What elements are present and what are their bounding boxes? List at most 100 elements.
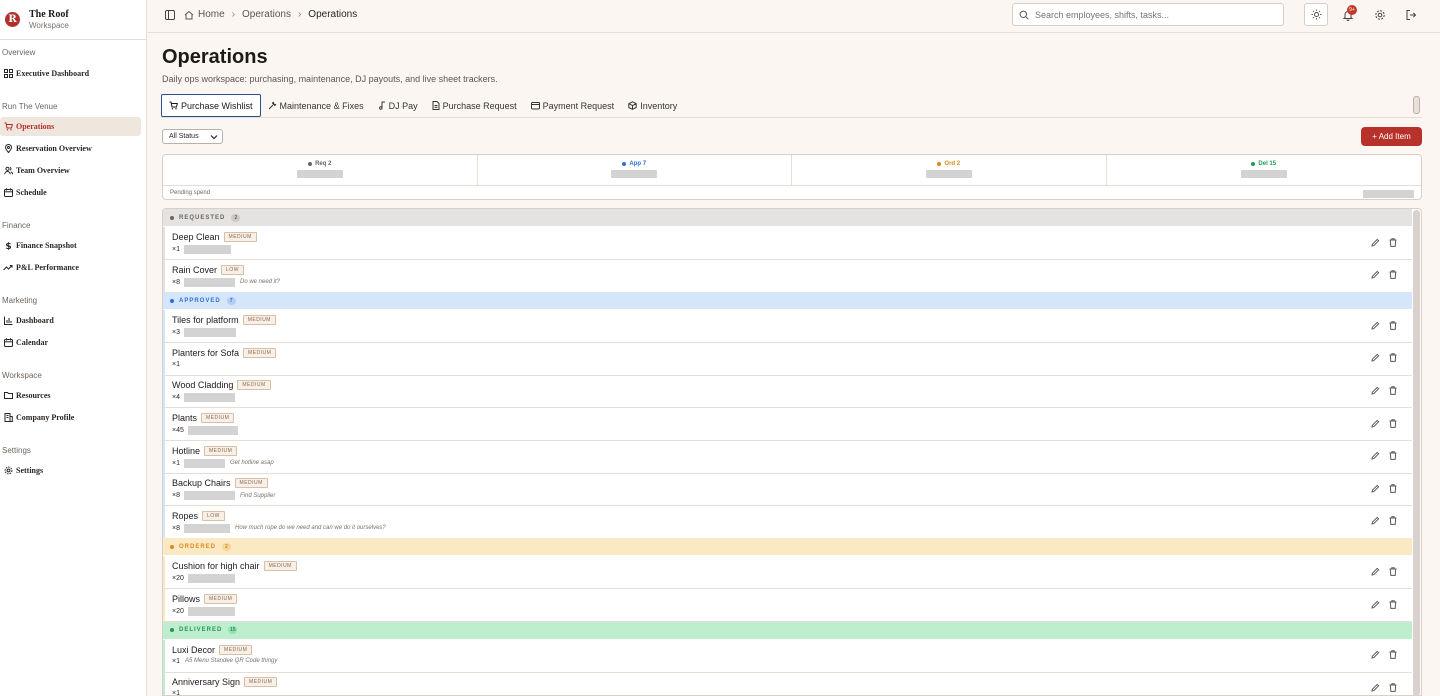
list-item[interactable]: Tiles for platform MEDIUM ×3 (163, 310, 1412, 344)
list-item[interactable]: Pillows MEDIUM ×20 (163, 589, 1412, 622)
edit-icon[interactable] (1370, 450, 1380, 462)
edit-icon[interactable] (1370, 236, 1380, 248)
sidebar-item-schedule[interactable]: Schedule (0, 183, 141, 202)
sidebar-item-reservation-overview[interactable]: Reservation Overview (0, 139, 141, 158)
item-meta: ×1 (172, 245, 231, 254)
sidebar-item-operations[interactable]: Operations (0, 117, 141, 136)
edit-icon[interactable] (1370, 482, 1380, 494)
trash-icon[interactable] (1388, 417, 1398, 429)
home-icon[interactable] (184, 10, 194, 20)
item-quantity: ×45 (172, 427, 184, 434)
sidebar-toggle-icon[interactable] (165, 9, 175, 20)
tab-maintenance-fixes[interactable]: Maintenance & Fixes (261, 94, 371, 117)
item-name: Tiles for platform (172, 315, 239, 326)
summary-stat-value (1240, 170, 1287, 178)
tab-label: Payment Request (542, 100, 615, 111)
list-item[interactable]: Ropes LOW ×8 How much rope do we need and c… (163, 505, 1412, 539)
group-header-requested[interactable]: REQUESTED 2 (163, 209, 1412, 226)
group-header-ordered[interactable]: ORDERED 2 (163, 538, 1412, 556)
edit-icon[interactable] (1370, 649, 1380, 661)
group-header-delivered[interactable]: DELIVERED 15 (163, 621, 1412, 639)
doc-icon (432, 101, 440, 110)
trash-icon[interactable] (1388, 384, 1398, 396)
users-icon (3, 166, 13, 176)
sidebar-item-p-l-performance[interactable]: P&L Performance (0, 258, 141, 277)
status-filter-select[interactable]: All Status (162, 129, 223, 144)
trash-icon[interactable] (1388, 598, 1398, 610)
chevron-right-icon: › (297, 9, 302, 20)
list-item[interactable]: Luxi Decor MEDIUM ×1 A5 Menu Standee QR Cod… (163, 639, 1412, 673)
edit-icon[interactable] (1370, 417, 1380, 429)
tab-purchase-wishlist[interactable]: Purchase Wishlist (161, 94, 261, 117)
priority-badge: MEDIUM (243, 347, 277, 358)
sidebar-item-team-overview[interactable]: Team Overview (0, 161, 141, 180)
group-header-approved[interactable]: APPROVED 7 (163, 292, 1412, 310)
logout-button[interactable] (1399, 3, 1423, 26)
breadcrumb-current: Operations (308, 9, 358, 20)
edit-icon[interactable] (1370, 384, 1380, 396)
trash-icon[interactable] (1388, 319, 1398, 331)
search-box[interactable] (1012, 3, 1284, 26)
edit-icon[interactable] (1370, 352, 1380, 364)
item-note: Do we need it? (239, 279, 281, 286)
edit-icon[interactable] (1370, 565, 1380, 577)
tab-dj-pay[interactable]: DJ Pay (371, 94, 425, 117)
list-item[interactable]: Rain Cover LOW ×8 Do we need it? (163, 259, 1412, 293)
sidebar-item-settings[interactable]: Settings (0, 461, 141, 480)
tabs-scrollbar[interactable] (1413, 96, 1420, 114)
edit-icon[interactable] (1370, 319, 1380, 331)
sidebar-item-executive-dashboard[interactable]: Executive Dashboard (0, 64, 141, 83)
status-dot (622, 162, 627, 166)
notifications-button[interactable]: 9+ (1336, 3, 1360, 26)
trash-icon[interactable] (1388, 269, 1398, 281)
theme-toggle-button[interactable] (1304, 3, 1328, 26)
item-meta: ×20 (172, 607, 235, 616)
edit-icon[interactable] (1370, 515, 1380, 527)
trash-icon[interactable] (1388, 681, 1398, 693)
item-quantity: ×1 (172, 657, 180, 665)
settings-button[interactable] (1368, 3, 1392, 26)
breadcrumb-home[interactable]: Home (198, 9, 225, 20)
trash-icon[interactable] (1388, 352, 1398, 364)
tab-payment-request[interactable]: Payment Request (524, 94, 622, 117)
search-input[interactable] (1035, 9, 1265, 20)
edit-icon[interactable] (1370, 681, 1380, 693)
brand[interactable]: R The Roof Workspace (0, 0, 146, 40)
list-item[interactable]: Hotline MEDIUM ×1 Get hotline asap (163, 440, 1412, 474)
calendar-icon (3, 338, 13, 348)
item-name-row: Deep Clean MEDIUM (172, 232, 257, 242)
trash-icon[interactable] (1388, 450, 1398, 462)
list-item[interactable]: Cushion for high chair MEDIUM ×20 (163, 556, 1412, 590)
sidebar-item-finance-snapshot[interactable]: $ Finance Snapshot (0, 236, 141, 255)
breadcrumb-parent[interactable]: Operations (242, 9, 291, 20)
priority-badge: MEDIUM (204, 445, 238, 456)
trash-icon[interactable] (1388, 236, 1398, 248)
priority-badge: MEDIUM (237, 380, 271, 391)
trash-icon[interactable] (1388, 482, 1398, 494)
list-item[interactable]: Planters for Sofa MEDIUM ×1 (163, 342, 1412, 376)
edit-icon[interactable] (1370, 598, 1380, 610)
item-quantity: ×20 (172, 575, 184, 583)
list-item[interactable]: Plants MEDIUM ×45 (163, 408, 1412, 441)
status-dot (308, 162, 313, 166)
trash-icon[interactable] (1388, 565, 1398, 577)
trash-icon[interactable] (1388, 649, 1398, 661)
calendar-icon (3, 188, 13, 198)
sidebar-item-company-profile[interactable]: Company Profile (0, 408, 141, 427)
sidebar-item-dashboard[interactable]: Dashboard (0, 311, 141, 330)
logout-icon (1405, 9, 1417, 21)
edit-icon[interactable] (1370, 269, 1380, 281)
tab-inventory[interactable]: Inventory (621, 94, 684, 117)
list-scrollbar[interactable] (1413, 210, 1420, 696)
brand-subtitle: Workspace (29, 21, 69, 30)
list-item[interactable]: Anniversary Sign MEDIUM ×1 (163, 672, 1412, 695)
sidebar-item-calendar[interactable]: Calendar (0, 333, 141, 352)
list-item[interactable]: Deep Clean MEDIUM ×1 (163, 227, 1412, 260)
sidebar-item-resources[interactable]: Resources (0, 386, 141, 405)
trash-icon[interactable] (1388, 515, 1398, 527)
tab-purchase-request[interactable]: Purchase Request (425, 94, 524, 117)
list-item[interactable]: Backup Chairs MEDIUM ×8 Find Supplier (163, 473, 1412, 507)
list-item[interactable]: Wood Cladding MEDIUM ×4 (163, 375, 1412, 409)
page-title: Operations (162, 46, 268, 68)
add-item-button[interactable]: + Add Item (1361, 127, 1422, 146)
